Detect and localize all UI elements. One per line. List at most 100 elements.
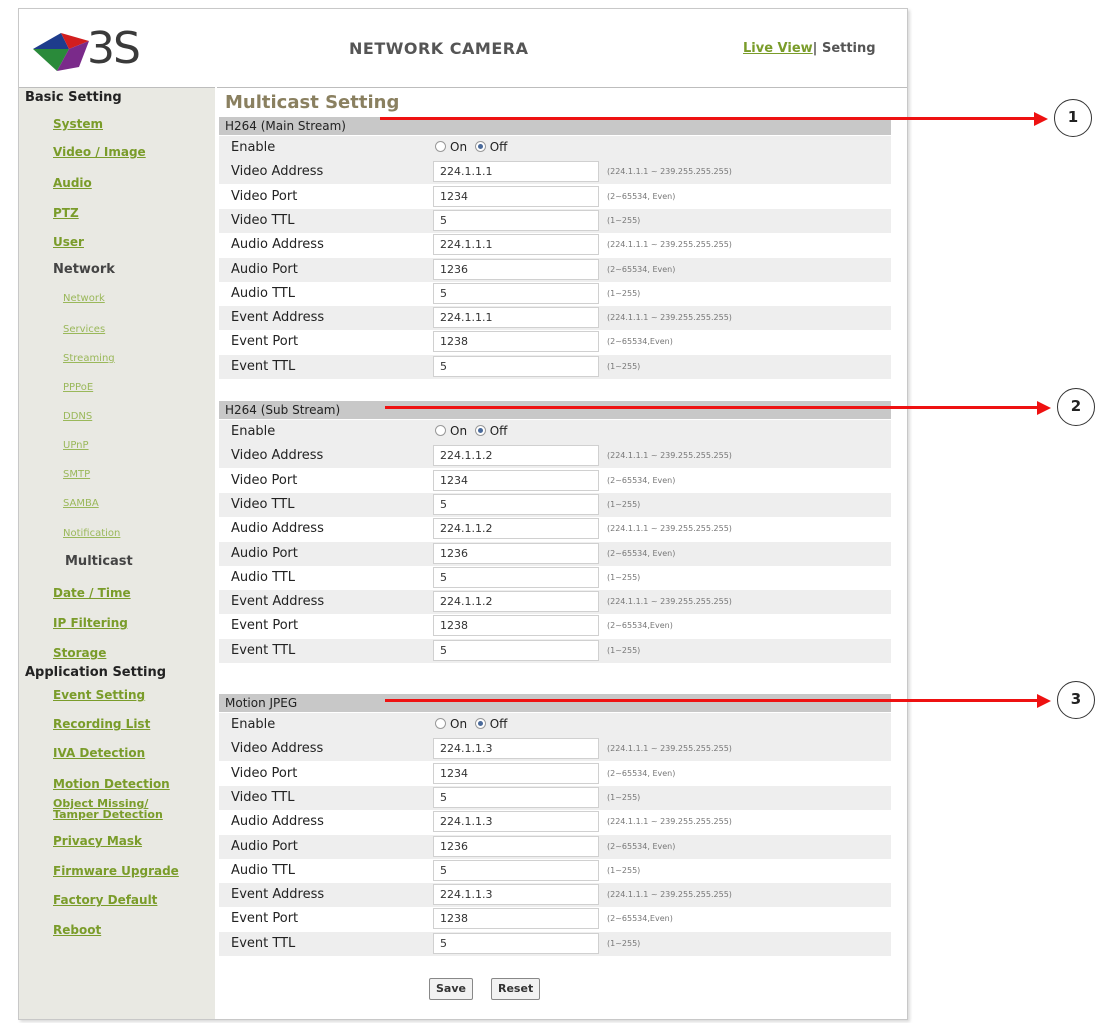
video-ttl-input[interactable]: 5 — [433, 493, 599, 515]
video-address-row: Video Address 224.1.1.1 (224.1.1.1 ~ 239.2… — [219, 160, 891, 185]
sidebar-item-storage[interactable]: Storage — [53, 646, 106, 660]
sidebar-item-video-image[interactable]: Video / Image — [53, 145, 146, 159]
video-ttl-hint: (1~255) — [607, 499, 641, 509]
radio-off-icon[interactable] — [474, 141, 486, 152]
video-ttl-hint: (1~255) — [607, 792, 641, 802]
audio-port-label: Audio Port — [231, 261, 298, 277]
audio-ttl-hint: (1~255) — [607, 288, 641, 298]
sidebar-item-network[interactable]: Network — [53, 262, 115, 277]
video-ttl-row: Video TTL 5 (1~255) — [219, 785, 891, 810]
event-port-input[interactable]: 1238 — [433, 331, 599, 353]
event-port-input[interactable]: 1238 — [433, 908, 599, 930]
sidebar-subitem-samba[interactable]: SAMBA — [63, 498, 99, 509]
sidebar-subitem-notification[interactable]: Notification — [63, 528, 120, 539]
live-view-link[interactable]: Live View — [743, 41, 813, 56]
sidebar-subitem-streaming[interactable]: Streaming — [63, 353, 115, 364]
sidebar-subitem-multicast[interactable]: Multicast — [65, 554, 133, 569]
video-port-input[interactable]: 1234 — [433, 469, 599, 491]
callout-marker-3: 3 — [1057, 681, 1095, 719]
enable-off-option[interactable]: Off — [474, 140, 507, 154]
radio-off-icon[interactable] — [474, 425, 486, 436]
sidebar-item-object-missing[interactable]: Object Missing/ Tamper Detection — [53, 798, 163, 820]
event-address-label: Event Address — [231, 887, 325, 903]
audio-address-input[interactable]: 224.1.1.1 — [433, 234, 599, 256]
video-port-hint: (2~65534, Even) — [607, 191, 676, 201]
video-address-input[interactable]: 224.1.1.3 — [433, 738, 599, 760]
reset-button[interactable]: Reset — [491, 978, 541, 1000]
object-missing-line2: Tamper Detection — [53, 808, 163, 821]
sidebar-item-firmware-upgrade[interactable]: Firmware Upgrade — [53, 864, 179, 878]
audio-ttl-input[interactable]: 5 — [433, 859, 599, 881]
video-port-hint: (2~65534, Even) — [607, 768, 676, 778]
event-ttl-row: Event TTL 5 (1~255) — [219, 638, 891, 663]
video-ttl-hint: (1~255) — [607, 215, 641, 225]
event-ttl-row: Event TTL 5 (1~255) — [219, 354, 891, 379]
sidebar-item-date-time[interactable]: Date / Time — [53, 586, 131, 600]
radio-on-icon[interactable] — [435, 425, 446, 436]
callout-arrowhead-2 — [1037, 401, 1051, 415]
enable-off-option[interactable]: Off — [474, 424, 507, 438]
enable-off-option[interactable]: Off — [474, 717, 508, 731]
audio-port-row: Audio Port 1236 (2~65534, Even) — [219, 257, 891, 282]
event-address-input[interactable]: 224.1.1.3 — [433, 884, 599, 906]
main-content: Multicast Setting H264 (Main Stream) Enab… — [217, 87, 907, 1019]
audio-ttl-input[interactable]: 5 — [433, 282, 599, 304]
audio-address-input[interactable]: 224.1.1.2 — [433, 518, 599, 540]
sidebar-item-iva-detection[interactable]: IVA Detection — [53, 746, 145, 760]
event-address-input[interactable]: 224.1.1.2 — [433, 591, 599, 613]
sidebar-item-privacy-mask[interactable]: Privacy Mask — [53, 834, 142, 848]
sidebar-item-event-setting[interactable]: Event Setting — [53, 688, 145, 702]
video-address-row: Video Address 224.1.1.2 (224.1.1.1 ~ 239.2… — [219, 444, 891, 469]
radio-off-icon[interactable] — [474, 718, 486, 729]
sidebar-item-system[interactable]: System — [53, 117, 103, 131]
audio-ttl-input[interactable]: 5 — [433, 566, 599, 588]
event-address-input[interactable]: 224.1.1.1 — [433, 307, 599, 329]
enable-on-option[interactable]: On — [435, 717, 467, 731]
radio-on-icon[interactable] — [435, 718, 446, 729]
event-port-hint: (2~65534,Even) — [607, 621, 673, 631]
sidebar-subitem-network[interactable]: Network — [63, 293, 105, 304]
video-ttl-input[interactable]: 5 — [433, 209, 599, 231]
audio-address-label: Audio Address — [231, 521, 324, 537]
enable-on-option[interactable]: On — [435, 140, 467, 154]
save-button[interactable]: Save — [429, 978, 473, 1000]
radio-on-label: On — [450, 424, 468, 438]
sidebar-subitem-pppoe[interactable]: PPPoE — [63, 382, 93, 393]
video-address-input[interactable]: 224.1.1.2 — [433, 445, 599, 467]
audio-port-input[interactable]: 1236 — [433, 835, 599, 857]
sidebar-heading-basic: Basic Setting — [25, 90, 122, 105]
sidebar-item-audio[interactable]: Audio — [53, 176, 92, 190]
sidebar-item-ptz[interactable]: PTZ — [53, 206, 79, 220]
event-ttl-input[interactable]: 5 — [433, 932, 599, 954]
radio-off-label: Off — [489, 717, 508, 731]
sidebar-subitem-smtp[interactable]: SMTP — [63, 469, 90, 480]
audio-address-input[interactable]: 224.1.1.3 — [433, 811, 599, 833]
enable-on-option[interactable]: On — [435, 424, 467, 438]
video-ttl-input[interactable]: 5 — [433, 786, 599, 808]
event-port-hint: (2~65534,Even) — [607, 337, 673, 347]
3s-logo: 3S — [31, 19, 151, 79]
event-ttl-input[interactable]: 5 — [433, 355, 599, 377]
audio-port-label: Audio Port — [231, 545, 298, 561]
video-port-input[interactable]: 1234 — [433, 762, 599, 784]
sidebar-subitem-ddns[interactable]: DDNS — [63, 411, 92, 422]
sidebar-item-user[interactable]: User — [53, 235, 84, 249]
event-port-input[interactable]: 1238 — [433, 615, 599, 637]
sidebar-item-motion-detection[interactable]: Motion Detection — [53, 777, 170, 791]
video-ttl-label: Video TTL — [231, 789, 295, 805]
sidebar-item-ip-filtering[interactable]: IP Filtering — [53, 616, 128, 630]
event-port-label: Event Port — [231, 618, 299, 634]
setting-nav-item[interactable]: Setting — [822, 41, 876, 56]
audio-port-input[interactable]: 1236 — [433, 258, 599, 280]
audio-port-hint: (2~65534, Even) — [607, 264, 676, 274]
sidebar-subitem-services[interactable]: Services — [63, 324, 105, 335]
radio-on-icon[interactable] — [435, 141, 446, 152]
audio-port-input[interactable]: 1236 — [433, 542, 599, 564]
sidebar-item-factory-default[interactable]: Factory Default — [53, 893, 157, 907]
sidebar-item-recording-list[interactable]: Recording List — [53, 717, 150, 731]
video-address-input[interactable]: 224.1.1.1 — [433, 161, 599, 183]
event-ttl-input[interactable]: 5 — [433, 639, 599, 661]
video-port-input[interactable]: 1234 — [433, 185, 599, 207]
sidebar-item-reboot[interactable]: Reboot — [53, 923, 101, 937]
sidebar-subitem-upnp[interactable]: UPnP — [63, 440, 89, 451]
